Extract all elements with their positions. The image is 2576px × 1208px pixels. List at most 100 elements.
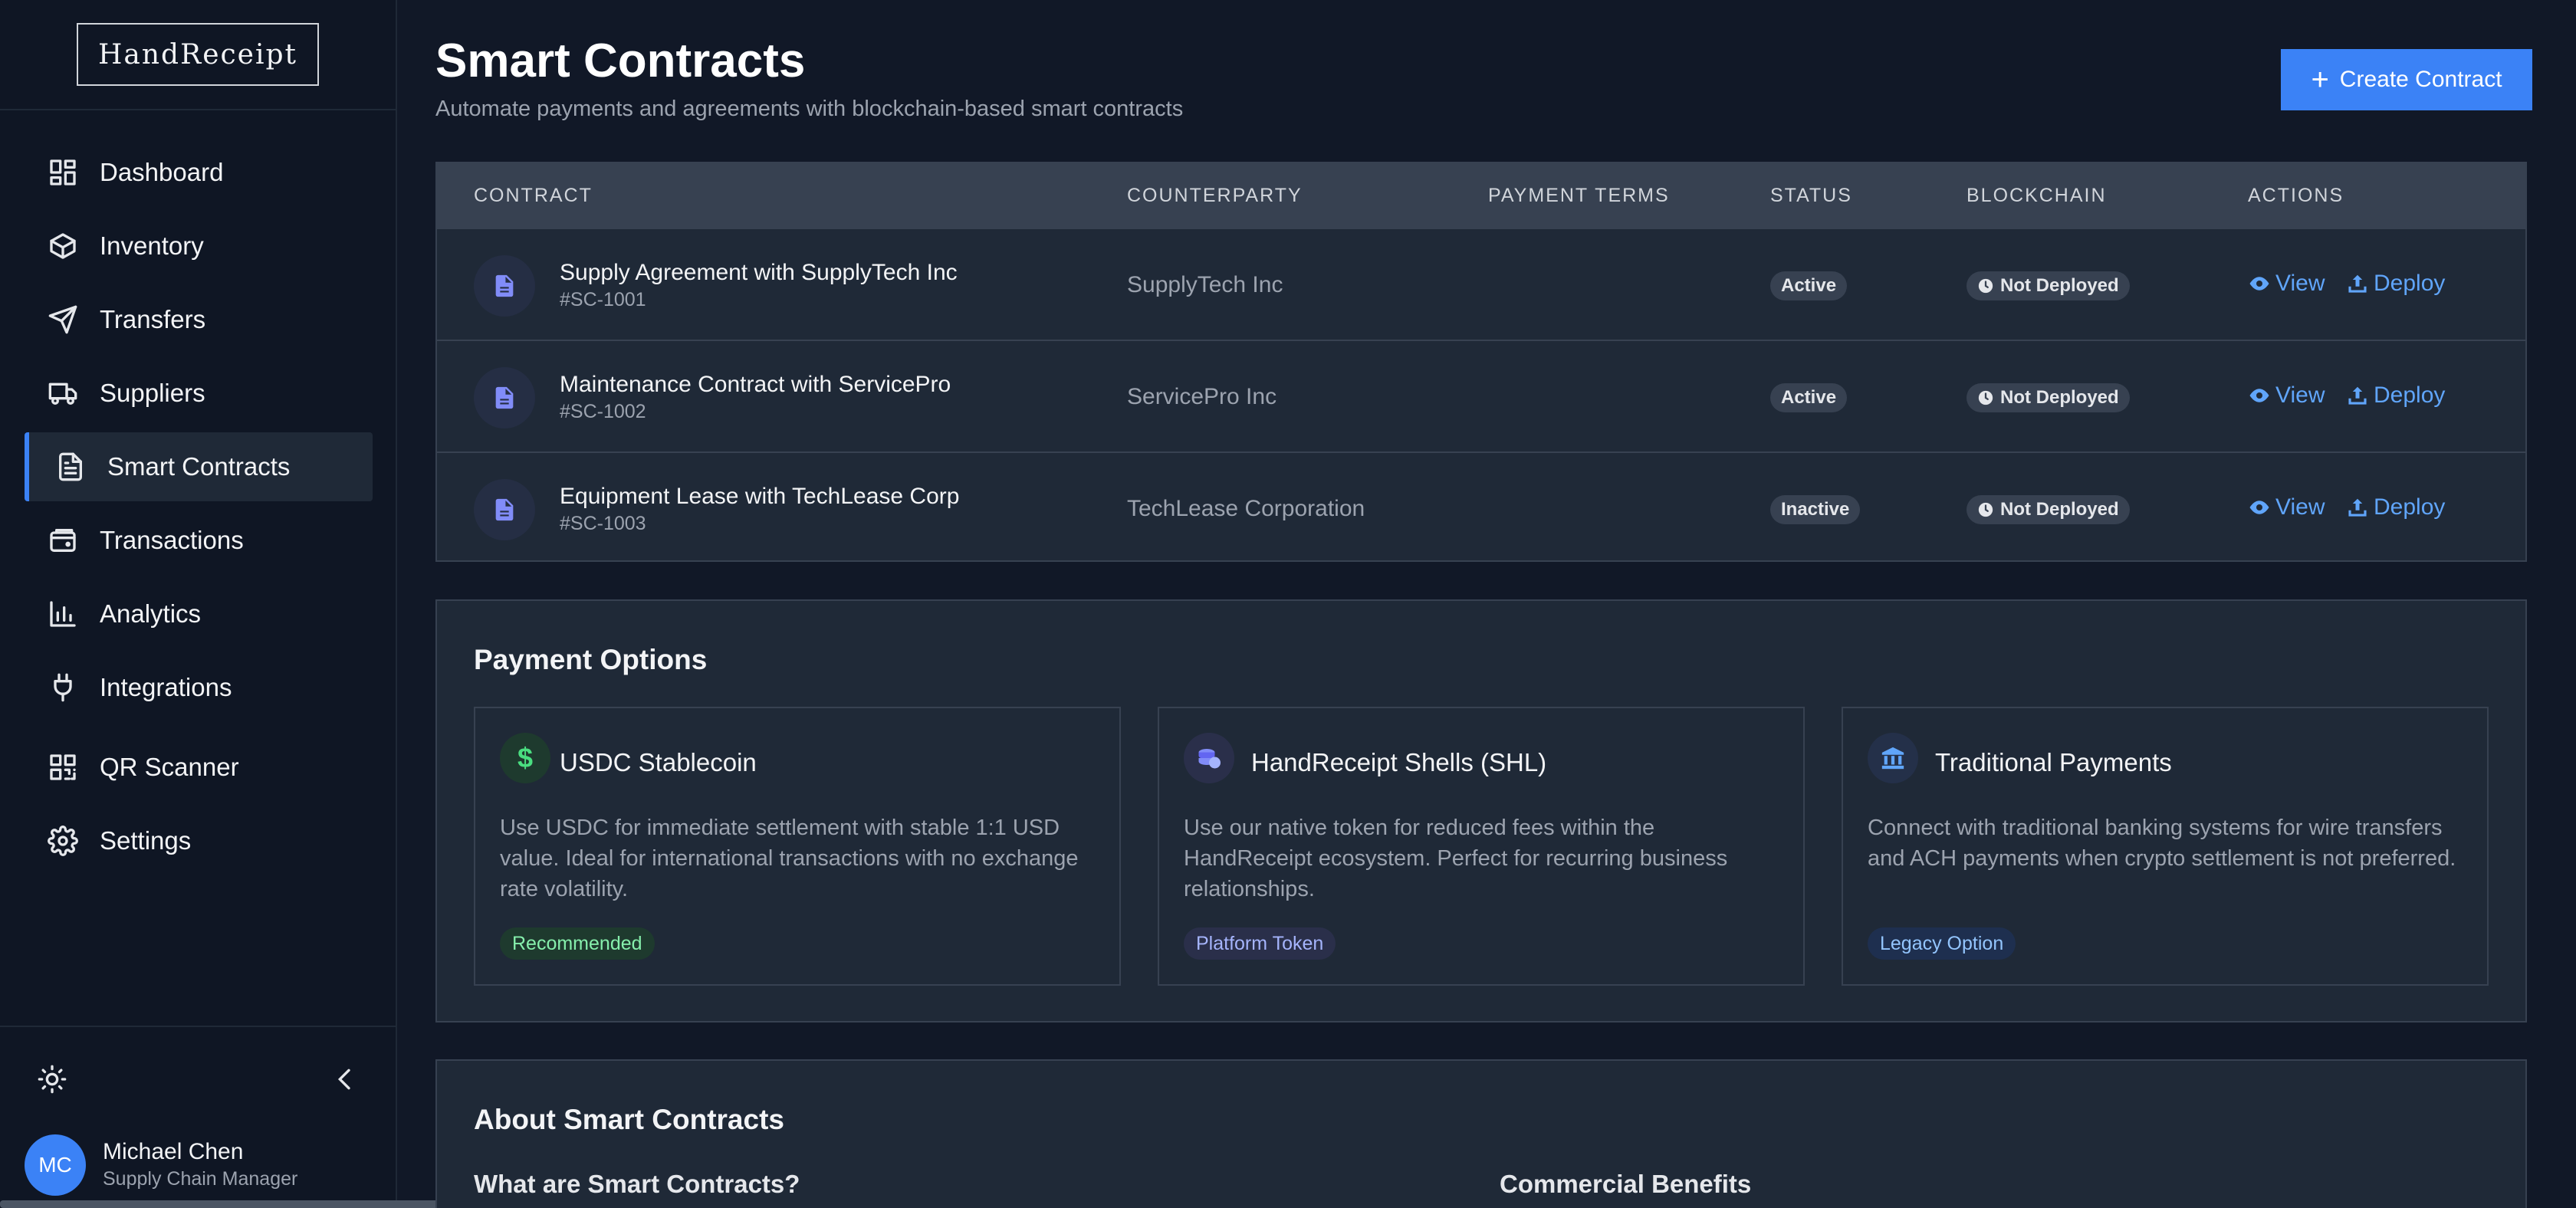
contract-document-icon [474, 255, 535, 317]
bar-chart-icon [48, 599, 78, 629]
deploy-button[interactable]: Deploy [2346, 494, 2445, 520]
contract-name: Supply Agreement with SupplyTech Inc [560, 260, 958, 285]
contract-id: #SC-1001 [560, 289, 646, 310]
deploy-button[interactable]: Deploy [2346, 271, 2445, 297]
deploy-label: Deploy [2374, 382, 2446, 408]
deploy-label: Deploy [2374, 271, 2446, 296]
dashboard-icon [48, 157, 78, 188]
sidebar-item-label: Dashboard [100, 158, 224, 186]
card-tag: Recommended [500, 927, 655, 960]
view-button[interactable]: View [2248, 494, 2325, 520]
sidebar-footer: MC Michael Chen Supply Chain Manager [0, 1026, 396, 1208]
deploy-label: Deploy [2374, 494, 2446, 520]
eye-icon [2249, 277, 2269, 291]
sidebar-item-transactions[interactable]: Transactions [25, 506, 373, 575]
qr-code-icon [48, 752, 78, 783]
eye-icon [2249, 501, 2269, 514]
column-header-counterparty: COUNTERPARTY [1127, 185, 1303, 206]
about-right-heading: Commercial Benefits [1500, 1170, 1752, 1198]
counterparty: SupplyTech Inc [1127, 272, 1283, 297]
payment-card-usdc[interactable]: $ USDC Stablecoin Use USDC for immediate… [474, 707, 1121, 986]
contract-name: Maintenance Contract with ServicePro [560, 372, 951, 397]
column-header-payment-terms: PAYMENT TERMS [1488, 185, 1670, 206]
sidebar-item-label: Transactions [100, 526, 244, 554]
coins-icon [1184, 733, 1234, 783]
clock-icon [1978, 390, 1993, 405]
view-label: View [2275, 494, 2325, 520]
blockchain-status: Not Deployed [2000, 387, 2119, 408]
sidebar-item-analytics[interactable]: Analytics [25, 579, 373, 648]
sidebar-item-label: Suppliers [100, 379, 205, 407]
sidebar-item-qr-scanner[interactable]: QR Scanner [25, 733, 373, 802]
payment-options-panel: Payment Options $ USDC Stablecoin Use US… [435, 599, 2527, 1023]
theme-toggle-sun-icon[interactable] [37, 1064, 67, 1095]
sidebar-item-dashboard[interactable]: Dashboard [25, 138, 373, 207]
user-role: Supply Chain Manager [103, 1168, 298, 1190]
sidebar-item-label: Transfers [100, 305, 206, 333]
column-header-contract: CONTRACT [474, 185, 593, 206]
sidebar-item-smart-contracts[interactable]: Smart Contracts [25, 432, 373, 501]
contract-document-icon [474, 479, 535, 540]
collapse-sidebar-chevron-left-icon[interactable] [330, 1064, 360, 1095]
sidebar-item-integrations[interactable]: Integrations [25, 653, 373, 722]
card-description: Use our native token for reduced fees wi… [1184, 816, 1728, 901]
create-contract-label: Create Contract [2339, 67, 2502, 92]
card-title: USDC Stablecoin [560, 748, 757, 776]
create-contract-button[interactable]: + Create Contract [2281, 49, 2532, 110]
table-header: CONTRACT COUNTERPARTY PAYMENT TERMS STAT… [437, 163, 2525, 228]
sidebar-item-inventory[interactable]: Inventory [25, 212, 373, 281]
counterparty: TechLease Corporation [1127, 496, 1365, 521]
view-button[interactable]: View [2248, 271, 2325, 297]
plug-icon [48, 672, 78, 703]
card-description: Use USDC for immediate settlement with s… [500, 816, 1079, 901]
table-row[interactable]: Equipment Lease with TechLease Corp #SC-… [437, 451, 2525, 563]
app-logo[interactable]: HandReceipt [77, 23, 319, 86]
table-row[interactable]: Maintenance Contract with ServicePro #SC… [437, 340, 2525, 451]
card-tag: Legacy Option [1868, 927, 2016, 960]
sidebar: HandReceipt Dashboard Inventory Transfer… [0, 0, 397, 1208]
about-left-heading: What are Smart Contracts? [474, 1170, 800, 1198]
card-title: HandReceipt Shells (SHL) [1251, 748, 1547, 776]
page-title: Smart Contracts [435, 34, 806, 87]
clock-icon [1978, 502, 1993, 517]
page-subtitle: Automate payments and agreements with bl… [435, 97, 1184, 121]
payment-card-shells[interactable]: HandReceipt Shells (SHL) Use our native … [1158, 707, 1805, 986]
blockchain-status: Not Deployed [2000, 499, 2119, 520]
bank-icon [1868, 733, 1918, 783]
card-description: Connect with traditional banking systems… [1868, 816, 2456, 871]
view-button[interactable]: View [2248, 382, 2325, 409]
upload-icon [2348, 498, 2367, 517]
sidebar-item-suppliers[interactable]: Suppliers [25, 359, 373, 428]
contracts-table: CONTRACT COUNTERPARTY PAYMENT TERMS STAT… [435, 162, 2527, 562]
card-tag: Platform Token [1184, 927, 1336, 960]
avatar[interactable]: MC [25, 1134, 86, 1196]
blockchain-status: Not Deployed [2000, 275, 2119, 296]
sidebar-item-label: QR Scanner [100, 753, 239, 781]
column-header-actions: ACTIONS [2248, 185, 2344, 206]
payment-card-traditional[interactable]: Traditional Payments Connect with tradit… [1842, 707, 2489, 986]
contract-id: #SC-1003 [560, 513, 646, 534]
document-icon [55, 451, 86, 482]
sidebar-item-label: Inventory [100, 231, 204, 260]
counterparty: ServicePro Inc [1127, 384, 1277, 409]
clock-icon [1978, 278, 1993, 294]
wallet-icon [48, 525, 78, 556]
sidebar-item-label: Settings [100, 826, 192, 855]
dollar-icon: $ [500, 733, 550, 783]
eye-icon [2249, 389, 2269, 402]
sidebar-item-transfers[interactable]: Transfers [25, 285, 373, 354]
sidebar-item-label: Smart Contracts [107, 452, 291, 481]
card-title: Traditional Payments [1935, 748, 2172, 776]
upload-icon [2348, 274, 2367, 293]
deploy-button[interactable]: Deploy [2346, 382, 2445, 409]
send-icon [48, 304, 78, 335]
sidebar-item-label: Analytics [100, 599, 202, 628]
column-header-blockchain: BLOCKCHAIN [1967, 185, 2107, 206]
contract-id: #SC-1002 [560, 401, 646, 422]
blockchain-badge: Not Deployed [1967, 383, 2130, 412]
upload-icon [2348, 386, 2367, 405]
table-row[interactable]: Supply Agreement with SupplyTech Inc #SC… [437, 228, 2525, 340]
about-panel: About Smart Contracts What are Smart Con… [435, 1059, 2527, 1208]
plus-icon: + [2311, 62, 2329, 97]
sidebar-item-settings[interactable]: Settings [25, 806, 373, 875]
